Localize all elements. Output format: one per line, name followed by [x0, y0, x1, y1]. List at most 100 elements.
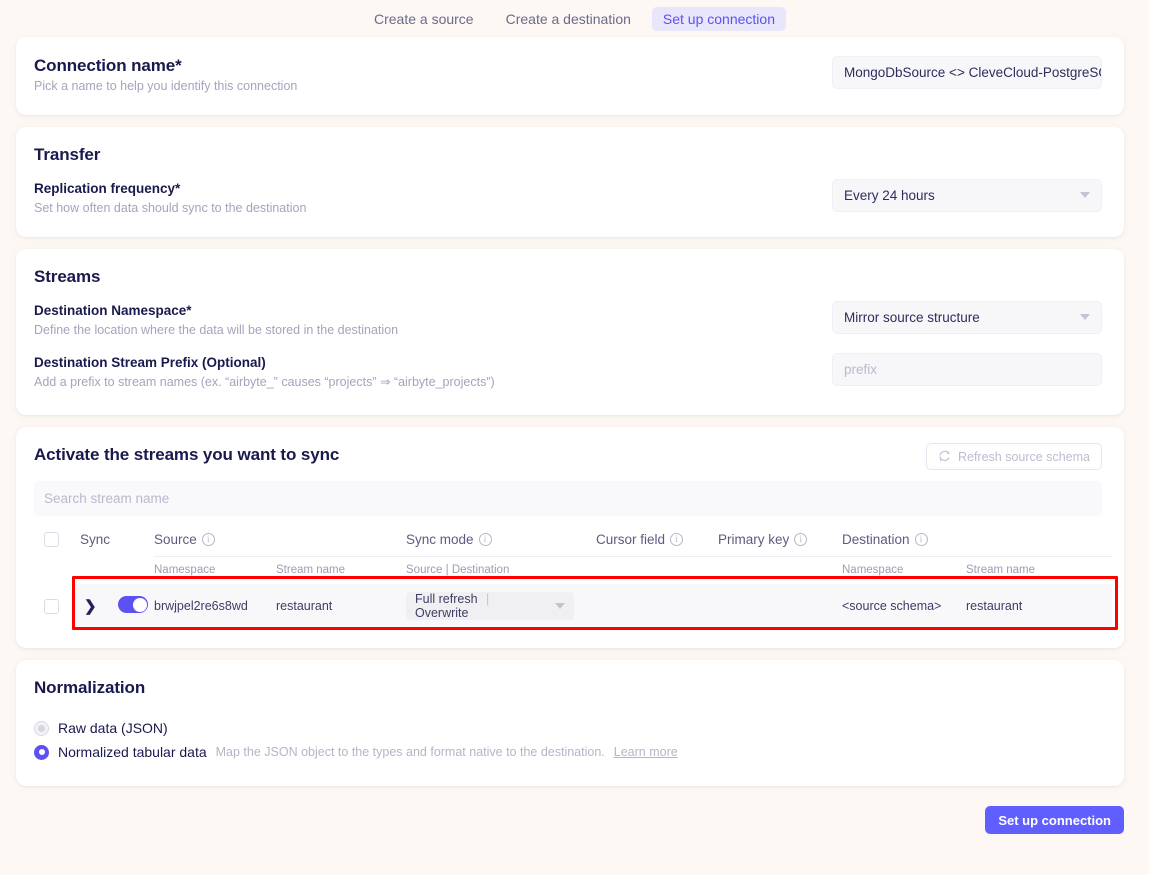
column-primary-key-label: Primary key	[718, 532, 790, 548]
column-source-label: Source	[154, 532, 197, 548]
connection-name-description: Pick a name to help you identify this co…	[34, 79, 298, 93]
normalization-card: Normalization Raw data (JSON) Normalized…	[16, 660, 1124, 787]
connection-name-labels: Connection name* Pick a name to help you…	[34, 55, 297, 95]
sync-toggle-knob	[132, 597, 147, 612]
connection-name-input[interactable]: MongoDbSource <> CleveCloud-PostgreSQL	[832, 56, 1102, 89]
radio-dot	[38, 749, 45, 756]
chevron-right-icon[interactable]: ❯	[80, 598, 97, 615]
column-source: Source i	[154, 524, 406, 557]
normalization-option-normalized[interactable]: Normalized tabular data Map the JSON obj…	[34, 744, 1102, 760]
step-set-up-connection[interactable]: Set up connection	[651, 6, 786, 31]
destination-prefix-label: Destination Stream Prefix (Optional)	[34, 355, 266, 371]
refresh-source-schema-label: Refresh source schema	[957, 449, 1090, 464]
normalization-title: Normalization	[34, 678, 146, 698]
streams-spacer	[34, 339, 1102, 353]
radio-normalized-tabular[interactable]	[34, 744, 49, 760]
activate-streams-title: Activate the streams you want to sync	[34, 445, 340, 465]
radio-dot	[38, 724, 45, 732]
replication-frequency-value: Every 24 hours	[844, 187, 935, 203]
destination-prefix-input[interactable]: prefix	[832, 353, 1102, 387]
step-create-destination[interactable]: Create a destination	[495, 7, 642, 31]
info-icon[interactable]: i	[914, 533, 928, 547]
row-destination-namespace: <source schema>	[842, 584, 966, 629]
row-sync-toggle-cell	[118, 584, 154, 629]
destination-namespace-value: Mirror source structure	[844, 309, 980, 325]
page-content: Connection name* Pick a name to help you…	[0, 37, 1149, 787]
refresh-source-schema-button[interactable]: Refresh source schema	[925, 443, 1102, 471]
set-up-connection-button[interactable]: Set up connection	[985, 806, 1124, 835]
table-row[interactable]: ❯ brwjpel2re6s8wd restaurant Full refres…	[34, 584, 1112, 629]
search-stream-placeholder: Search stream name	[44, 491, 170, 507]
sync-mode-destination-value: Overwrite	[415, 606, 469, 621]
row-sync-mode-cell: Full refresh | Overwrite	[406, 584, 596, 629]
sync-mode-select[interactable]: Full refresh | Overwrite	[406, 592, 574, 621]
info-icon[interactable]: i	[670, 533, 684, 547]
streams-table-subheader-row: Namespace Stream name Source | Destinati…	[34, 556, 1112, 585]
column-cursor-field: Cursor field i	[596, 524, 718, 557]
destination-namespace-labels: Destination Namespace* Define the locati…	[34, 301, 398, 339]
select-all-checkbox[interactable]	[44, 532, 59, 548]
chevron-down-icon	[555, 603, 565, 610]
radio-raw-data-label: Raw data (JSON)	[58, 720, 168, 737]
radio-normalized-tabular-label: Normalized tabular data	[58, 744, 207, 761]
subheader-destination-stream-name: Stream name	[966, 556, 1112, 585]
radio-normalized-help: Map the JSON object to the types and for…	[215, 745, 605, 760]
column-sync-mode: Sync mode i	[406, 524, 596, 557]
row-select-cell	[34, 584, 74, 629]
replication-frequency-description: Set how often data should sync to the de…	[34, 201, 307, 216]
row-primary-key[interactable]	[718, 584, 842, 629]
row-source-namespace: brwjpel2re6s8wd	[154, 584, 276, 629]
row-expand-cell[interactable]: ❯	[74, 584, 118, 629]
info-icon[interactable]: i	[201, 533, 215, 547]
column-cursor-field-label: Cursor field	[596, 532, 666, 548]
row-destination-stream-name: restaurant	[966, 584, 1112, 629]
column-destination-label: Destination	[842, 532, 910, 548]
footer: Set up connection	[0, 798, 1149, 835]
subheader-destination-namespace: Namespace	[842, 556, 966, 585]
column-primary-key: Primary key i	[718, 524, 842, 557]
replication-frequency-label: Replication frequency*	[34, 180, 181, 196]
activate-streams-card: Activate the streams you want to sync Re…	[16, 427, 1124, 649]
destination-namespace-select[interactable]: Mirror source structure	[832, 300, 1102, 334]
row-cursor-field[interactable]	[596, 584, 718, 629]
step-nav: Create a source Create a destination Set…	[0, 0, 1149, 37]
streams-card: Streams Destination Namespace* Define th…	[16, 248, 1124, 416]
transfer-title: Transfer	[34, 144, 101, 164]
replication-frequency-labels: Replication frequency* Set how often dat…	[34, 179, 306, 217]
subheader-source-stream-name: Stream name	[276, 556, 406, 585]
subheader-source-namespace: Namespace	[154, 556, 276, 585]
info-icon[interactable]: i	[478, 533, 492, 547]
step-create-source[interactable]: Create a source	[363, 7, 485, 31]
destination-namespace-description: Define the location where the data will …	[34, 323, 399, 338]
streams-table: Sync Source i Sync mode i Cursor field i…	[34, 524, 1112, 629]
subheader-empty-3	[596, 556, 718, 585]
sync-mode-separator: |	[486, 592, 490, 607]
normalization-option-raw[interactable]: Raw data (JSON)	[34, 720, 1102, 736]
column-sync-mode-label: Sync mode	[406, 532, 474, 548]
connection-name-card: Connection name* Pick a name to help you…	[16, 37, 1124, 115]
row-checkbox[interactable]	[44, 598, 59, 614]
sync-toggle[interactable]	[118, 596, 148, 614]
destination-prefix-control: prefix	[832, 353, 1102, 387]
subheader-empty-1	[34, 557, 74, 585]
streams-table-header-row: Sync Source i Sync mode i Cursor field i…	[34, 524, 1112, 557]
radio-raw-data[interactable]	[34, 720, 49, 736]
replication-frequency-select[interactable]: Every 24 hours	[832, 178, 1102, 212]
subheader-empty-4	[718, 556, 842, 585]
sync-mode-source-value: Full refresh	[415, 592, 478, 607]
column-destination: Destination i	[842, 524, 1112, 557]
chevron-down-icon	[1080, 192, 1090, 199]
streams-title: Streams	[34, 266, 101, 286]
replication-frequency-control: Every 24 hours	[832, 178, 1102, 212]
destination-namespace-label: Destination Namespace*	[34, 302, 192, 318]
transfer-card: Transfer Replication frequency* Set how …	[16, 126, 1124, 237]
info-icon[interactable]: i	[794, 533, 808, 547]
destination-prefix-labels: Destination Stream Prefix (Optional) Add…	[34, 353, 495, 391]
subheader-empty-2	[74, 557, 154, 585]
learn-more-link[interactable]: Learn more	[614, 745, 678, 759]
select-all-cell	[34, 524, 74, 557]
search-stream-input[interactable]: Search stream name	[34, 481, 1102, 517]
subheader-sync-mode: Source | Destination	[406, 556, 596, 585]
row-source-stream-name: restaurant	[276, 584, 406, 629]
chevron-down-icon	[1080, 314, 1090, 321]
